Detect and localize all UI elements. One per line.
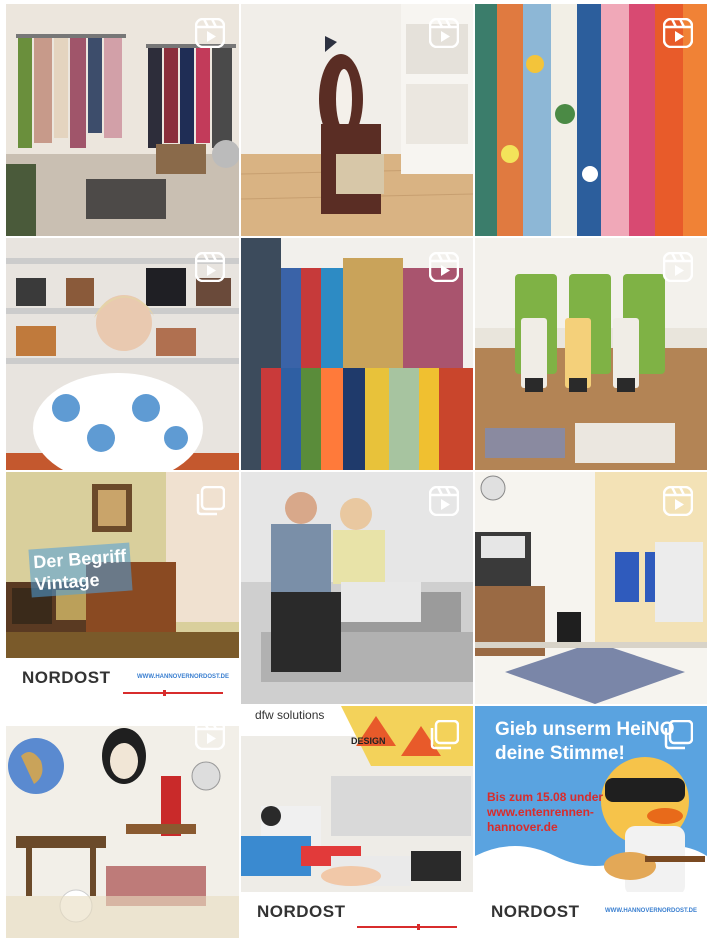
- campaign-subtext-line1: Bis zum 15.08 under: [487, 790, 604, 804]
- vintage-headline: Der Begriff Vintage: [28, 542, 133, 598]
- post-tile[interactable]: [6, 4, 239, 236]
- post-tile[interactable]: [6, 706, 239, 938]
- brand-footer: NORDOST: [241, 892, 473, 938]
- brand-footer: NORDOST WWW.HANNOVERNORDOST.DE: [475, 892, 707, 938]
- reel-icon: [195, 720, 225, 750]
- brand-url: WWW.HANNOVERNORDOST.DE: [605, 908, 697, 914]
- campaign-headline-line1: Gieb unserm HeiNO: [495, 719, 675, 740]
- design-agency-logo: dfw solutions: [255, 708, 325, 722]
- reel-icon: [663, 486, 693, 516]
- post-grid: Der Begriff Vintage NORDOST WWW.HANNOVER…: [6, 4, 707, 938]
- post-tile[interactable]: [241, 472, 473, 704]
- brand-stripe: [123, 690, 223, 696]
- brand-stripe: [357, 924, 457, 930]
- post-tile[interactable]: Gieb unserm HeiNO deine Stimme! Bis zum …: [475, 706, 707, 938]
- campaign-link-line1: www.entenrennen-: [487, 805, 594, 819]
- reel-icon: [195, 252, 225, 282]
- brand-logo: NORDOST: [22, 668, 111, 687]
- post-tile[interactable]: [241, 4, 473, 236]
- carousel-icon: [195, 486, 225, 516]
- reel-icon: [429, 252, 459, 282]
- post-tile[interactable]: [475, 4, 707, 236]
- campaign-headline-line2: deine Stimme!: [495, 743, 625, 764]
- reel-icon: [663, 18, 693, 48]
- brand-footer: NORDOST WWW.HANNOVERNORDOST.DE: [6, 658, 239, 704]
- campaign-subtext: Bis zum 15.08 under www.entenrennen- han…: [487, 790, 603, 835]
- carousel-icon: [429, 720, 459, 750]
- campaign-headline: Gieb unserm HeiNO deine Stimme!: [495, 718, 675, 766]
- carousel-icon: [663, 720, 693, 750]
- brand-url: WWW.HANNOVERNORDOST.DE: [137, 674, 229, 680]
- brand-logo: NORDOST: [491, 902, 580, 921]
- post-tile[interactable]: [6, 238, 239, 470]
- post-tile[interactable]: Der Begriff Vintage NORDOST WWW.HANNOVER…: [6, 472, 239, 704]
- post-tile[interactable]: dfw solutions DESIGN NORDOST: [241, 706, 473, 938]
- campaign-link-line2: hannover.de: [487, 820, 558, 834]
- reel-icon: [195, 18, 225, 48]
- design-word: DESIGN: [351, 736, 386, 746]
- brand-logo: NORDOST: [257, 902, 346, 921]
- reel-icon: [663, 252, 693, 282]
- reel-icon: [429, 18, 459, 48]
- reel-icon: [429, 486, 459, 516]
- post-tile[interactable]: [475, 472, 707, 704]
- post-tile[interactable]: [475, 238, 707, 470]
- post-tile[interactable]: [241, 238, 473, 470]
